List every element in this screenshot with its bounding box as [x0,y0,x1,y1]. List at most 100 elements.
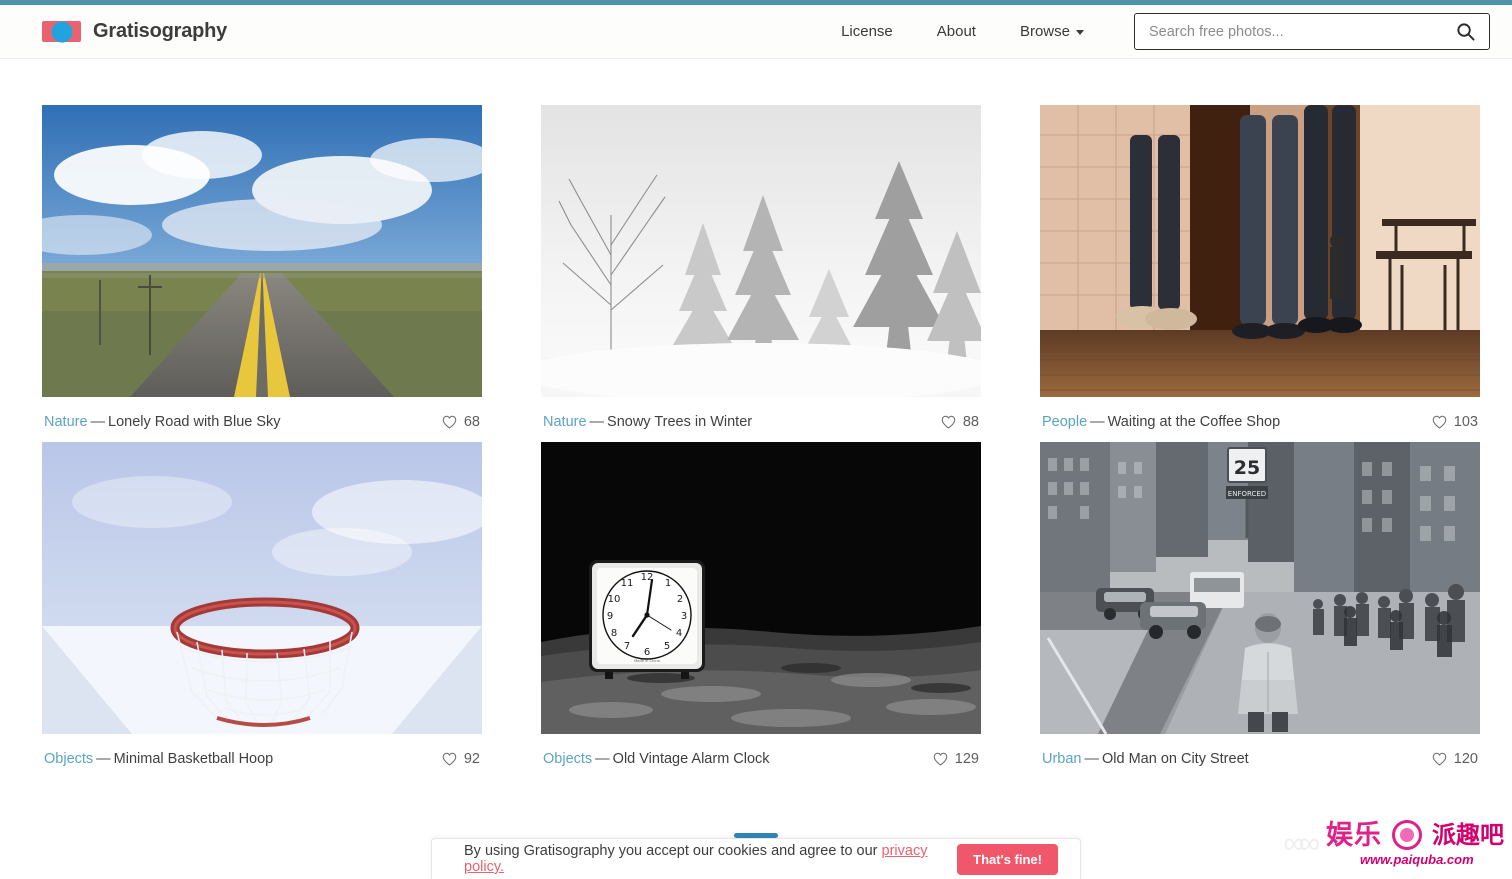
site-watermark: ∞∞ 娱乐 派趣吧 www.paiquba.com [1283,820,1504,867]
heart-outline-icon [442,752,457,766]
photo-category-link[interactable]: Objects [44,751,93,767]
heart-outline-icon [933,752,948,766]
svg-text:2: 2 [677,594,683,605]
watermark-brand-cn2: 派趣吧 [1432,821,1504,849]
watermark-ghost-glyph: ∞∞ [1283,826,1320,860]
svg-text:1: 1 [665,578,671,589]
like-counter[interactable]: 103 [1432,414,1478,430]
camera-logo-icon [42,21,81,42]
brand-logo-link[interactable]: Gratisography [42,20,227,43]
photo-image-hoop [42,442,482,734]
photo-card: Nature — Snowy Trees in Winter 88 [541,105,981,430]
photo-thumbnail-clock[interactable]: 12 1 2 3 4 5 6 7 8 9 10 11 Made in China [541,442,981,734]
nav-item-browse-label: Browse [1019,23,1070,40]
photo-card: 25 ENFORCED Urban — Old Man on City Stre… [1040,442,1480,767]
photo-card: 12 1 2 3 4 5 6 7 8 9 10 11 Made in China… [541,442,981,767]
photo-thumbnail-hoop[interactable] [42,442,482,734]
photo-title: Waiting at the Coffee Shop [1107,414,1281,430]
photo-caption: People — Waiting at the Coffee Shop 103 [1040,397,1480,430]
search-icon [1457,23,1475,41]
svg-text:3: 3 [681,611,687,622]
photo-caption: Objects — Minimal Basketball Hoop 92 [42,734,482,767]
svg-text:8: 8 [611,628,617,639]
svg-text:11: 11 [621,578,634,589]
photo-card: Nature — Lonely Road with Blue Sky 68 [42,105,482,430]
search-box[interactable] [1134,13,1490,50]
photo-category-link[interactable]: People [1042,414,1087,430]
caption-separator: — [96,751,111,767]
cookie-consent-banner: By using Gratisography you accept our co… [431,838,1081,879]
photo-category-link[interactable]: Nature [44,414,88,430]
accept-cookies-button[interactable]: That's fine! [957,843,1058,875]
nav-item-about-label: About [936,23,976,40]
photo-title: Old Man on City Street [1102,751,1249,767]
photo-image-snow [541,105,981,397]
like-counter[interactable]: 129 [933,751,979,767]
svg-text:5: 5 [664,641,670,652]
nav-item-license-label: License [841,23,893,40]
svg-text:7: 7 [624,641,630,652]
brand-name: Gratisography [93,20,228,42]
photo-thumbnail-snow[interactable] [541,105,981,397]
like-count: 103 [1453,414,1478,430]
heart-outline-icon [442,415,457,429]
photo-title: Old Vintage Alarm Clock [612,751,770,767]
watermark-logo: 娱乐 派趣吧 www.paiquba.com [1326,820,1504,867]
svg-text:10: 10 [608,594,621,605]
photo-caption: Nature — Snowy Trees in Winter 88 [541,397,981,430]
watermark-brand-cn: 娱乐 [1326,819,1382,851]
photo-thumbnail-road[interactable] [42,105,482,397]
nav-item-license[interactable]: License [819,15,915,48]
svg-text:9: 9 [607,611,613,622]
svg-text:25: 25 [1234,457,1260,479]
like-counter[interactable]: 92 [442,751,480,767]
svg-text:6: 6 [644,647,650,658]
cookie-message-text: By using Gratisography you accept our co… [464,843,882,859]
heart-outline-icon [1432,415,1447,429]
like-count: 129 [954,751,979,767]
svg-text:Made in China: Made in China [634,659,660,663]
heart-outline-icon [1432,752,1447,766]
like-count: 120 [1453,751,1478,767]
photo-card: Objects — Minimal Basketball Hoop 92 [42,442,482,767]
caption-separator: — [1084,751,1100,767]
photo-gallery: Nature — Lonely Road with Blue Sky 68 Na… [0,59,1512,767]
like-count: 92 [463,751,480,767]
like-count: 88 [962,414,979,430]
nav-item-about[interactable]: About [915,15,998,48]
site-header: Gratisography License About Browse [0,5,1512,59]
photo-caption: Objects — Old Vintage Alarm Clock 129 [541,734,981,767]
search-input[interactable] [1149,23,1454,40]
photo-category-link[interactable]: Objects [543,751,592,767]
photo-image-clock: 12 1 2 3 4 5 6 7 8 9 10 11 Made in China [541,442,981,734]
photo-thumbnail-street[interactable]: 25 ENFORCED [1040,442,1480,734]
like-counter[interactable]: 88 [941,414,979,430]
caption-separator: — [1090,414,1105,430]
photo-title: Lonely Road with Blue Sky [108,414,281,430]
photo-title: Snowy Trees in Winter [607,414,753,430]
watermark-ring-icon [1392,820,1422,850]
heart-outline-icon [941,415,956,429]
photo-category-link[interactable]: Nature [543,414,587,430]
photo-image-coffee [1040,105,1480,397]
like-counter[interactable]: 120 [1432,751,1478,767]
photo-image-road [42,105,482,397]
like-counter[interactable]: 68 [442,414,480,430]
watermark-url: www.paiquba.com [1360,852,1474,867]
search-button[interactable] [1454,22,1477,41]
chevron-down-icon [1076,30,1084,35]
caption-separator: — [90,414,106,430]
caption-separator: — [589,414,605,430]
svg-text:4: 4 [676,628,682,639]
watermark-row: 娱乐 派趣吧 [1326,820,1504,850]
photo-image-street: 25 ENFORCED [1040,442,1480,734]
cookie-message: By using Gratisography you accept our co… [464,843,957,875]
photo-caption: Nature — Lonely Road with Blue Sky 68 [42,397,482,430]
main-navigation: License About Browse [819,13,1490,50]
caption-separator: — [595,751,610,767]
like-count: 68 [463,414,480,430]
nav-item-browse[interactable]: Browse [998,15,1106,48]
svg-text:ENFORCED: ENFORCED [1228,490,1266,498]
photo-category-link[interactable]: Urban [1042,751,1082,767]
photo-thumbnail-coffee[interactable] [1040,105,1480,397]
